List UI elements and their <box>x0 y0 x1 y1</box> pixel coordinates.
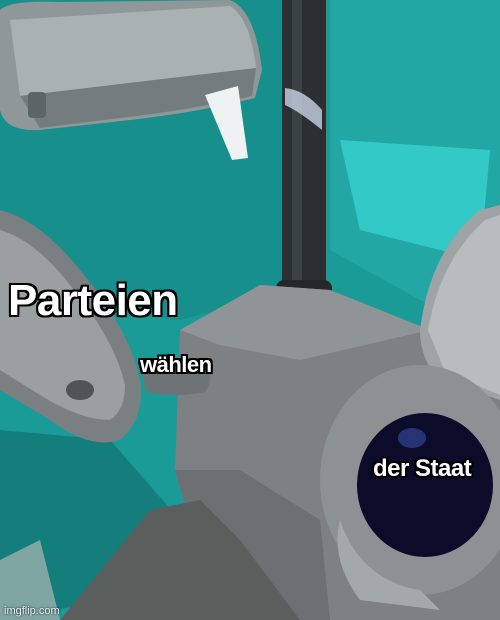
label-waehlen: wählen <box>140 352 212 377</box>
toilet-seat <box>320 365 500 610</box>
vent-pipe <box>276 0 332 300</box>
imgflip-watermark: imgflip.com <box>4 605 60 617</box>
label-parteien: Parteien <box>8 276 178 325</box>
label-der-staat: der Staat <box>373 455 472 482</box>
